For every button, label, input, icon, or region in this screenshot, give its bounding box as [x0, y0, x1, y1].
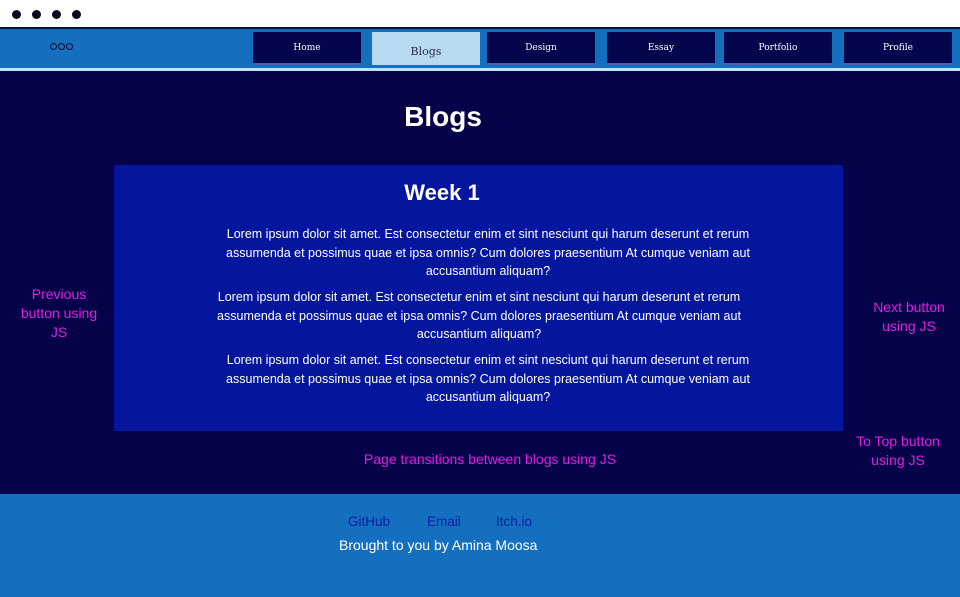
menu-icon[interactable]	[50, 43, 73, 50]
to-top-button-note: To Top button using JS	[856, 433, 940, 468]
next-button-note: Next button using JS	[873, 299, 945, 334]
nav-portfolio-button[interactable]: Portfolio	[724, 32, 832, 65]
window-dot-icon	[12, 10, 21, 19]
blog-title: Week 1	[404, 180, 480, 205]
nav-blogs-button[interactable]: Blogs	[372, 32, 480, 65]
footer: GitHub Email Itch.io Brought to you by A…	[0, 494, 960, 597]
email-link[interactable]: Email	[427, 514, 461, 529]
window-dot-icon	[32, 10, 41, 19]
main-content: Blogs Week 1 Lorem ipsum dolor sit amet.…	[0, 71, 960, 494]
itchio-link[interactable]: Itch.io	[496, 514, 532, 529]
github-link[interactable]: GitHub	[348, 514, 390, 529]
page-title: Blogs	[404, 101, 482, 132]
nav-home-button[interactable]: Home	[253, 32, 361, 65]
blog-card: Week 1 Lorem ipsum dolor sit amet. Est c…	[114, 165, 843, 431]
window-dot-icon	[52, 10, 61, 19]
footer-credit: Brought to you by Amina Moosa	[339, 537, 538, 553]
window-chrome	[0, 0, 960, 29]
nav-design-button[interactable]: Design	[487, 32, 595, 65]
navbar: Home Blogs Design Essay Portfolio Profil…	[0, 29, 960, 68]
page-transitions-note: Page transitions between blogs using JS	[363, 451, 617, 467]
blog-paragraph: Lorem ipsum dolor sit amet. Est consecte…	[217, 290, 741, 341]
blog-paragraph: Lorem ipsum dolor sit amet. Est consecte…	[226, 353, 750, 404]
nav-essay-button[interactable]: Essay	[607, 32, 715, 65]
previous-button-note: Previous button using JS	[20, 286, 98, 340]
blog-paragraph: Lorem ipsum dolor sit amet. Est consecte…	[226, 227, 750, 278]
window-dot-icon	[72, 10, 81, 19]
nav-profile-button[interactable]: Profile	[844, 32, 952, 65]
